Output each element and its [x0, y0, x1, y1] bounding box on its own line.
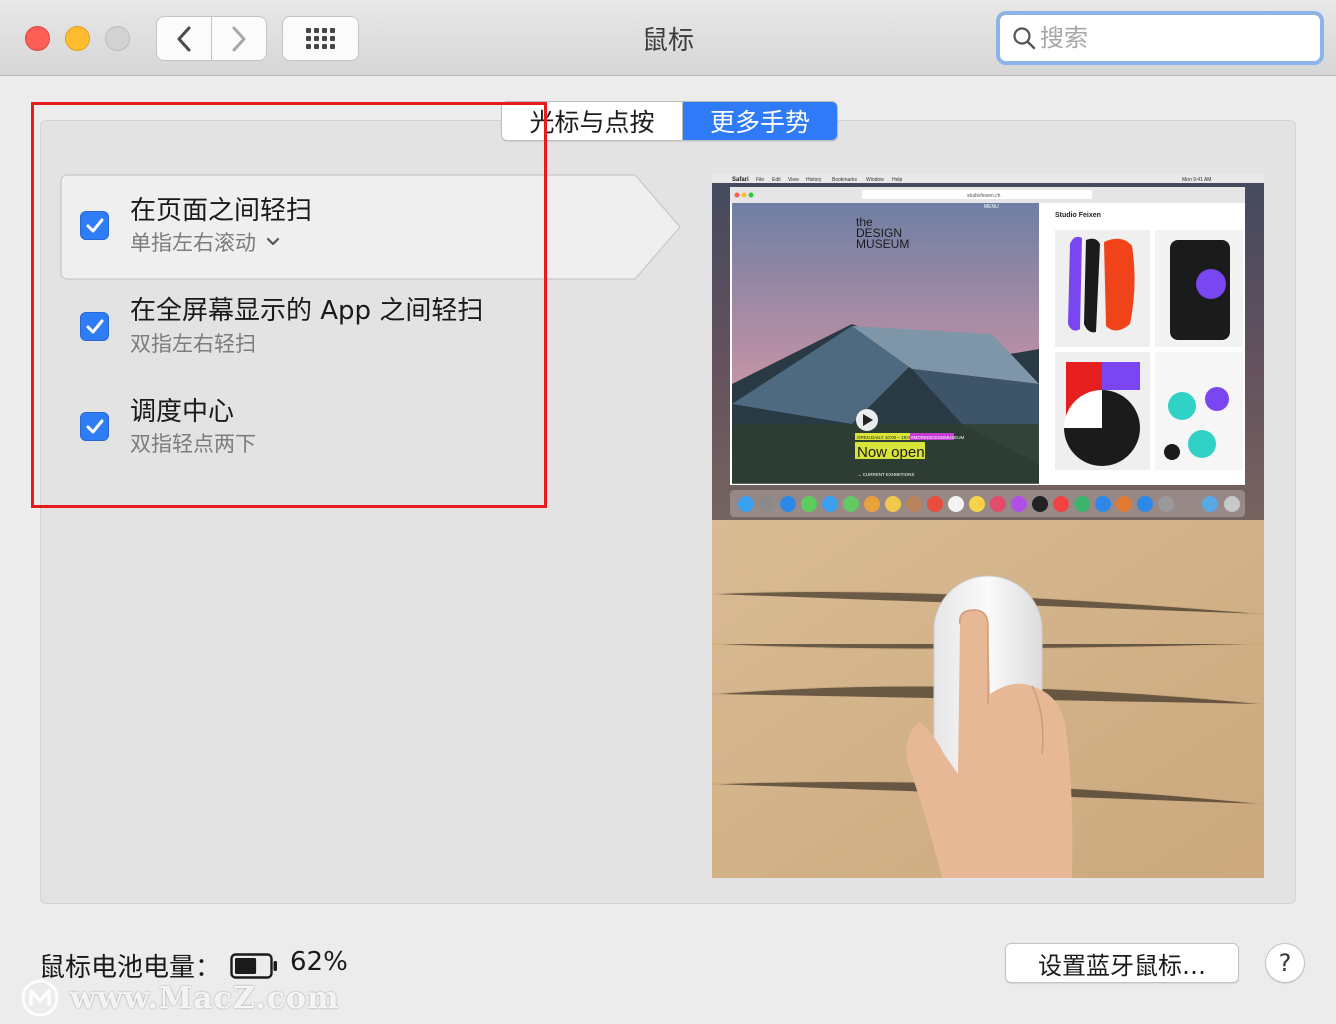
gesture-preview-video: Safari File Edit View History Bookmarks … — [712, 174, 1264, 878]
help-button[interactable]: ? — [1265, 943, 1305, 983]
svg-text:#MOREDESIGNMUSEUM: #MOREDESIGNMUSEUM — [911, 435, 965, 440]
macz-logo-icon — [21, 979, 59, 1017]
svg-text:File: File — [756, 177, 764, 183]
svg-text:studiofeixen.ch: studiofeixen.ch — [967, 193, 1001, 199]
svg-text:History: History — [806, 177, 822, 183]
setup-bluetooth-mouse-button[interactable]: 设置蓝牙鼠标… — [1005, 943, 1239, 983]
svg-text:Window: Window — [866, 177, 884, 183]
svg-text:Now open: Now open — [857, 444, 925, 461]
menubar-app: Safari — [732, 177, 749, 183]
title-bar: 鼠标 — [0, 0, 1336, 76]
svg-text:→ CURRENT EXHIBITIONS: → CURRENT EXHIBITIONS — [857, 472, 914, 477]
svg-text:MUSEUM: MUSEUM — [856, 237, 909, 251]
svg-text:OPEN DAILY 10:00 – 18:00: OPEN DAILY 10:00 – 18:00 — [857, 435, 913, 440]
watermark-text: www.MacZ.com — [70, 980, 340, 1016]
search-field[interactable] — [996, 11, 1324, 65]
battery-percent: 62% — [290, 947, 348, 977]
preview-illustration: Safari File Edit View History Bookmarks … — [712, 174, 1264, 878]
search-icon — [1013, 27, 1036, 50]
svg-text:Mon 9:41 AM: Mon 9:41 AM — [1182, 177, 1211, 183]
svg-text:Edit: Edit — [772, 177, 781, 183]
highlight-box — [31, 102, 547, 508]
tab-more-gestures[interactable]: 更多手势 — [683, 102, 837, 140]
svg-text:MENU: MENU — [984, 204, 999, 210]
question-mark-icon: ? — [1278, 949, 1292, 977]
search-input[interactable] — [1040, 24, 1310, 52]
svg-text:Studio Feixen: Studio Feixen — [1055, 212, 1101, 219]
svg-text:View: View — [788, 177, 799, 183]
tab-bar: 光标与点按 更多手势 — [501, 101, 838, 141]
watermark: www.MacZ.com — [20, 976, 340, 1020]
battery-level-fill — [235, 958, 257, 974]
svg-text:Bookmarks: Bookmarks — [832, 177, 858, 183]
svg-text:Help: Help — [892, 177, 903, 183]
